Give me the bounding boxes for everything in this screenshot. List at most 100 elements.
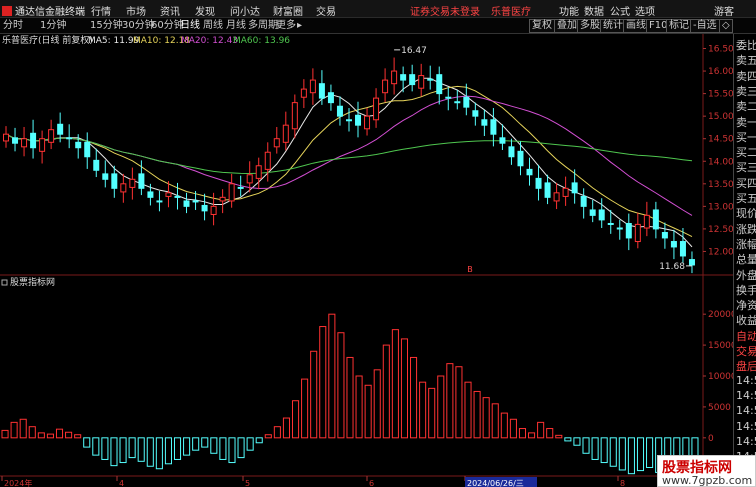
period-more-arrow-icon[interactable]: ▸: [297, 19, 302, 33]
buy-signal-marker: B: [467, 265, 473, 274]
candle-body: [102, 173, 109, 180]
period-fenshi[interactable]: 分时: [3, 19, 23, 33]
x-tick-label: 6: [369, 479, 374, 487]
tool-fuquan[interactable]: 复权: [529, 19, 555, 33]
ma-legend-label: MA20: 12.43: [181, 36, 238, 46]
candle-body: [84, 141, 91, 158]
candle-body: [219, 196, 226, 202]
indicator-bar: [455, 366, 463, 439]
quote-panel-label: 卖一: [736, 115, 756, 129]
period-daily[interactable]: 日线: [180, 19, 200, 33]
candle-body: [364, 115, 371, 130]
menu-gongshi[interactable]: 公式: [610, 3, 630, 18]
candle-body: [138, 173, 145, 189]
candle-body: [120, 183, 127, 193]
indicator-tick-label: 10000: [708, 372, 733, 382]
quote-panel-label: 收益: [736, 314, 756, 328]
candle-body: [580, 195, 587, 207]
ma5-line: [5, 77, 693, 248]
candle-body: [409, 74, 416, 86]
period-30min[interactable]: 30分钟: [122, 19, 155, 33]
candle-body: [156, 200, 163, 203]
ma-legend-label: MA60: 13.96: [233, 36, 290, 46]
period-60min[interactable]: 60分钟: [151, 19, 184, 33]
menu-hangqing[interactable]: 行情: [91, 3, 111, 18]
menu-zixun[interactable]: 资讯: [160, 3, 180, 18]
tool-biaoji[interactable]: 标记: [666, 19, 692, 33]
candle-body: [309, 79, 316, 94]
menu-jiaoyi[interactable]: 交易: [316, 3, 336, 18]
indicator-bar: [273, 426, 281, 439]
period-more[interactable]: 更多: [276, 19, 296, 33]
tool-zixuan[interactable]: -自选: [690, 19, 720, 33]
low-marker-label: 11.68: [659, 262, 685, 272]
indicator-bar: [600, 437, 608, 464]
candle-body: [174, 195, 181, 198]
menu-shuju[interactable]: 数据: [584, 3, 604, 18]
indicator-bar: [328, 313, 336, 439]
candle-body: [39, 138, 46, 152]
period-multi[interactable]: 多周期: [248, 19, 278, 33]
menu-wenxiaoda[interactable]: 问小达: [230, 3, 260, 18]
quote-panel-label: 盘后: [736, 360, 756, 374]
tool-diamond-icon[interactable]: ◇: [719, 19, 733, 33]
indicator-bar: [437, 375, 445, 439]
candle-body: [246, 174, 253, 184]
period-toolbar: 分时 1分钟 15分钟 30分钟 60分钟 日线 周线 月线 多周期 更多 ▸ …: [0, 18, 756, 34]
indicator-bar: [201, 437, 209, 448]
candle-body: [508, 146, 515, 158]
indicator-bar: [518, 428, 527, 439]
guest-label[interactable]: 游客: [714, 3, 734, 18]
indicator-bar: [101, 437, 109, 460]
kline-chart[interactable]: 16.50 16.00 15.50 15.00 14.50 14.00 13.50 13.00…: [0, 34, 733, 487]
candle-body: [336, 105, 343, 117]
app-logo: 通达信金融终端: [2, 3, 85, 18]
menu-xuanxiang[interactable]: 选项: [635, 3, 655, 18]
indicator-bar: [473, 390, 481, 439]
candle-body: [147, 191, 154, 198]
x-tick-label: 5: [245, 479, 250, 487]
indicator-bar: [337, 332, 345, 439]
indicator-bar: [228, 437, 236, 464]
menu-caifuquan[interactable]: 财富圈: [273, 3, 303, 18]
quote-panel-label: 涨幅: [736, 237, 756, 251]
indicator-bar: [428, 387, 436, 439]
indicator-bar: [119, 437, 127, 464]
indicator-bar: [10, 421, 18, 439]
indicator-bar: [364, 384, 372, 439]
candle-body: [282, 124, 289, 143]
quote-panel: 委比 卖五 卖四 卖三 卖二 卖一 买一 买二 买三 买四 买五 现价 涨跌 涨幅 总量 外盘 换手 净资 收益 自动…: [733, 34, 756, 487]
price-tick-label: 16.50: [708, 45, 733, 55]
menu-gongneng[interactable]: 功能: [559, 3, 579, 18]
menu-faxian[interactable]: 发现: [195, 3, 215, 18]
indicator-title: 股票指标网: [10, 276, 55, 288]
candle-body: [418, 75, 425, 89]
period-monthly[interactable]: 月线: [226, 19, 246, 33]
login-notice-link[interactable]: 证券交易未登录: [410, 3, 480, 18]
candle-body: [30, 132, 37, 149]
indicator-bar: [591, 437, 599, 460]
chart-area[interactable]: 16.50 16.00 15.50 15.00 14.50 14.00 13.50 13.00…: [0, 34, 733, 487]
candle-body: [318, 83, 325, 99]
menu-shichang[interactable]: 市场: [126, 3, 146, 18]
period-weekly[interactable]: 周线: [203, 19, 223, 33]
indicator-toggle-icon: [1, 279, 8, 286]
candle-body: [607, 222, 614, 225]
indicator-bar: [192, 437, 200, 451]
indicator-bar: [246, 437, 254, 451]
title-bar: 通达信金融终端 行情 市场 资讯 发现 问小达 财富圈 交易 证券交易未登录 乐…: [0, 0, 756, 18]
candle-body: [436, 74, 443, 95]
price-tick-label: 12.50: [708, 225, 733, 235]
indicator-bar: [373, 369, 381, 439]
period-15min[interactable]: 15分钟: [90, 19, 123, 33]
candle-body: [255, 165, 262, 179]
candle-body: [48, 129, 55, 143]
candle-body: [688, 259, 695, 266]
period-1min[interactable]: 1分钟: [40, 19, 66, 33]
candle-body: [553, 192, 560, 202]
candle-body: [571, 182, 578, 194]
candle-body: [445, 96, 452, 99]
indicator-bar: [546, 428, 554, 439]
site-watermark: 股票指标网 www.7gpzb.com: [657, 455, 756, 487]
quote-panel-label: 14:5: [736, 434, 756, 448]
